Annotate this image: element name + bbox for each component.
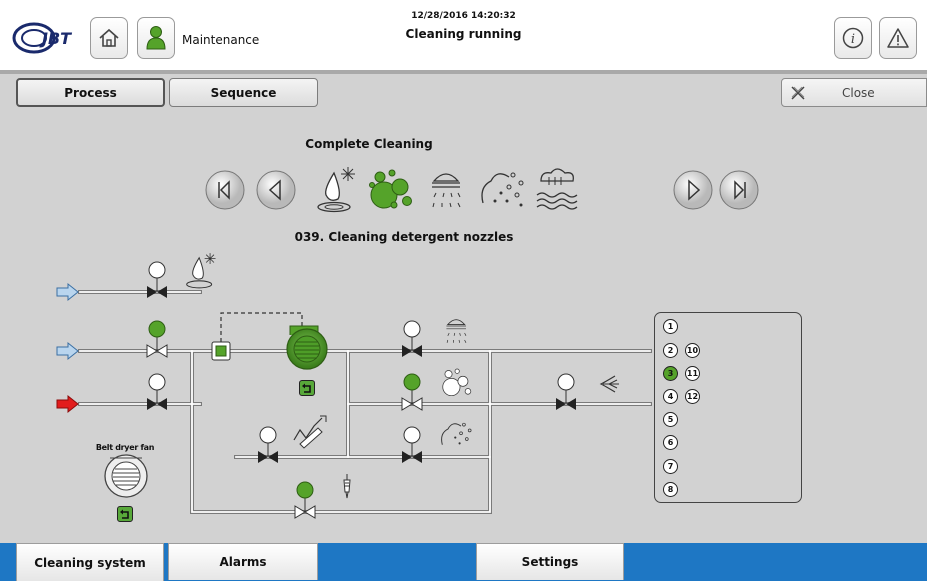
circuit-indicator: 4 xyxy=(663,389,678,404)
circuit-indicator: 2 xyxy=(663,343,678,358)
hot-water-inlet-arrow xyxy=(56,394,79,414)
foam-spray-icon xyxy=(441,422,472,445)
tab-alarms[interactable]: Alarms xyxy=(168,543,318,580)
water-inlet-arrow xyxy=(56,341,79,361)
tab-cleaning-system[interactable]: Cleaning system xyxy=(16,543,164,581)
circuit-indicator: 1 xyxy=(663,319,678,334)
circuit-panel xyxy=(654,312,802,503)
belt-dryer-fan-label: Belt dryer fan xyxy=(95,443,155,452)
shower-nozzle-icon xyxy=(446,319,467,343)
return-icon xyxy=(302,383,311,393)
tab-settings[interactable]: Settings xyxy=(476,543,624,580)
spray-gun-icon xyxy=(293,415,327,449)
return-icon xyxy=(120,509,129,519)
detergent-bubbles-icon xyxy=(442,368,472,397)
pump[interactable] xyxy=(286,325,328,370)
air-blower-icon xyxy=(599,375,619,393)
pump-reset-button[interactable] xyxy=(299,380,315,396)
circuit-indicator: 5 xyxy=(663,412,678,427)
circuit-indicator: 6 xyxy=(663,435,678,450)
circuit-indicator: 11 xyxy=(685,366,700,381)
circuit-indicator-active: 3 xyxy=(663,366,678,381)
belt-dryer-fan[interactable] xyxy=(104,454,148,498)
circuit-indicator: 8 xyxy=(663,482,678,497)
circuit-indicator: 12 xyxy=(685,389,700,404)
control-valve[interactable] xyxy=(211,341,231,361)
water-drop-sparkle-icon xyxy=(186,253,216,289)
circuit-indicator: 7 xyxy=(663,459,678,474)
fan-reset-button[interactable] xyxy=(117,506,133,522)
circuit-indicator: 10 xyxy=(685,343,700,358)
cleaning-lance-icon xyxy=(343,474,351,499)
water-inlet-arrow xyxy=(56,282,79,302)
